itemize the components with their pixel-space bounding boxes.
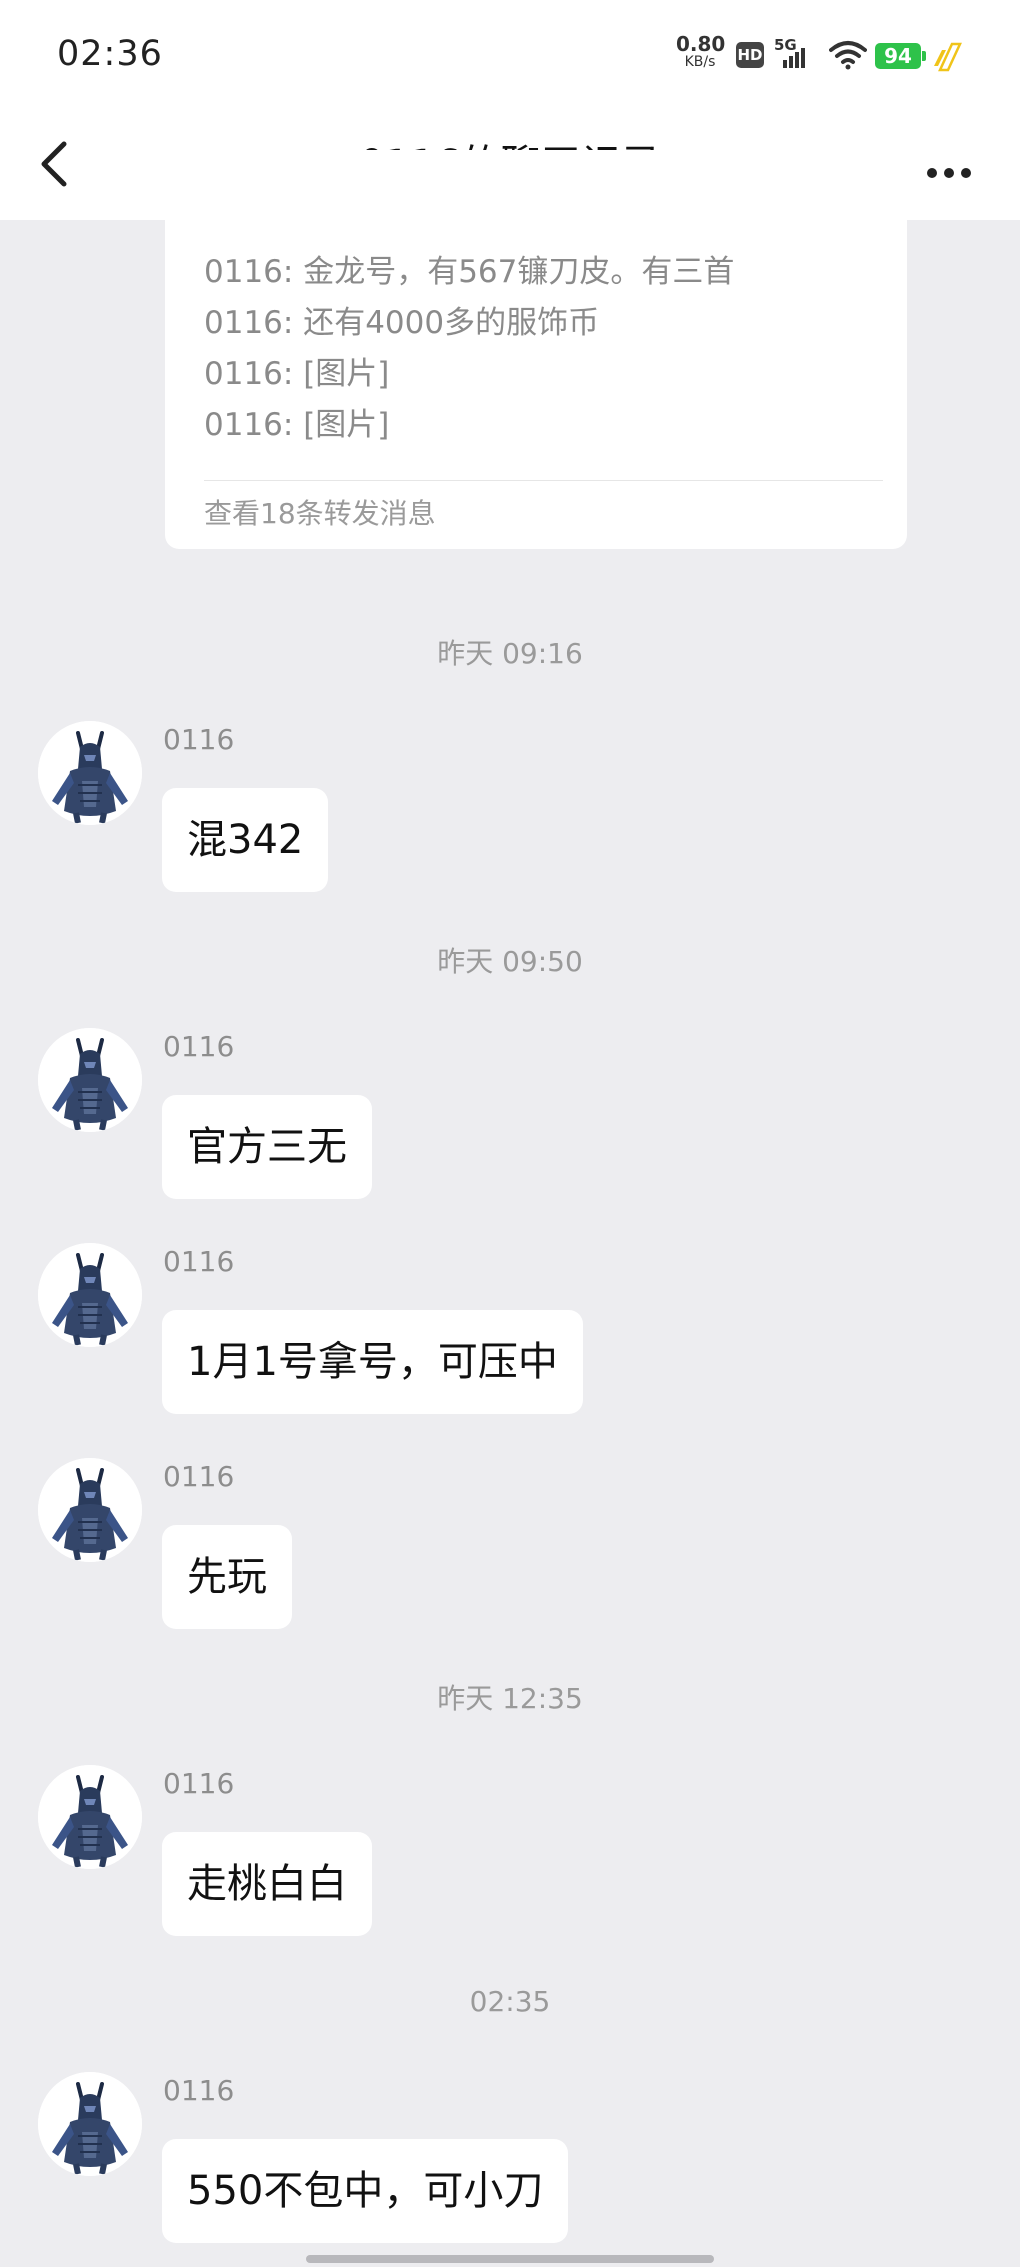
status-time: 02:36 — [57, 34, 163, 74]
avatar[interactable] — [38, 1458, 142, 1562]
timestamp: 昨天 09:16 — [437, 637, 583, 670]
forwarded-line: 0116: [图片] — [204, 407, 390, 443]
home-indicator[interactable] — [306, 2255, 714, 2263]
avatar[interactable] — [38, 1765, 142, 1869]
avatar[interactable] — [38, 1243, 142, 1347]
status-bar: 02:36 0.80 KB/s HD 5G 94 — [0, 0, 1020, 110]
message-bubble[interactable]: 先玩 — [162, 1525, 292, 1629]
message-bubble[interactable]: 1月1号拿号，可压中 — [162, 1310, 583, 1414]
wifi-icon — [829, 41, 867, 70]
battery-icon: 94 — [875, 43, 926, 69]
sender-name: 0116 — [163, 1767, 235, 1800]
message-bubble[interactable]: 官方三无 — [162, 1095, 372, 1199]
timestamp: 02:35 — [469, 1985, 551, 2018]
message-bubble[interactable]: 550不包中，可小刀 — [162, 2139, 569, 2243]
timestamp: 昨天 12:35 — [437, 1682, 583, 1715]
avatar[interactable] — [38, 1028, 142, 1132]
network-speed: 0.80 KB/s — [676, 32, 726, 71]
message-bubble[interactable]: 混342 — [162, 788, 329, 892]
view-forwarded-messages-link[interactable]: 查看18条转发消息 — [204, 492, 436, 532]
sender-name: 0116 — [163, 1245, 235, 1278]
forwarded-line: 0116: [图片] — [204, 356, 390, 392]
sender-name: 0116 — [163, 2074, 235, 2107]
sender-name: 0116 — [163, 723, 235, 756]
hd-icon: HD — [736, 42, 764, 68]
forwarded-line: 0116: 金龙号，有567镰刀皮。有三首 — [204, 254, 735, 290]
more-options-button[interactable] — [915, 128, 985, 198]
forwarded-line: 0116: 还有4000多的服饰币 — [204, 305, 600, 341]
sender-name: 0116 — [163, 1030, 235, 1063]
avatar[interactable] — [38, 721, 142, 825]
avatar[interactable] — [38, 2072, 142, 2176]
divider — [204, 480, 883, 481]
signal-icon: 5G — [773, 36, 819, 72]
forwarded-messages-card[interactable]: 0116: 金龙号，有567镰刀皮。有三首 0116: 还有4000多的服饰币 … — [165, 150, 907, 549]
network-speed-value: 0.80 — [676, 32, 726, 56]
timestamp: 昨天 09:50 — [437, 945, 583, 978]
message-bubble[interactable]: 走桃白白 — [162, 1832, 372, 1936]
charging-icon — [934, 42, 962, 72]
sender-name: 0116 — [163, 1460, 235, 1493]
